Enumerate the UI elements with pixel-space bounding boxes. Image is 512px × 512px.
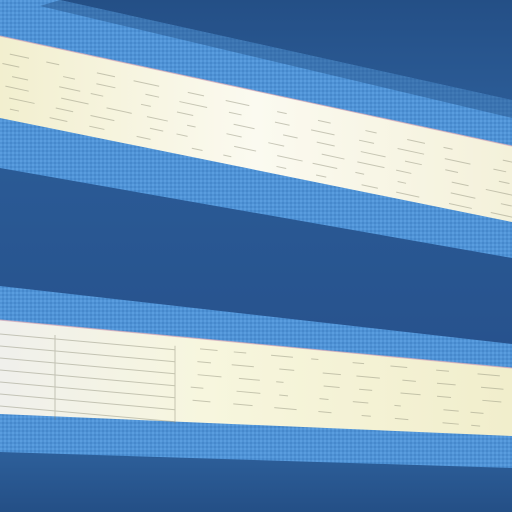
faint-mark <box>394 404 401 407</box>
blinds-photo <box>0 0 512 512</box>
blinds-svg <box>0 0 512 512</box>
faint-mark <box>311 358 319 361</box>
faint-mark <box>276 381 284 383</box>
